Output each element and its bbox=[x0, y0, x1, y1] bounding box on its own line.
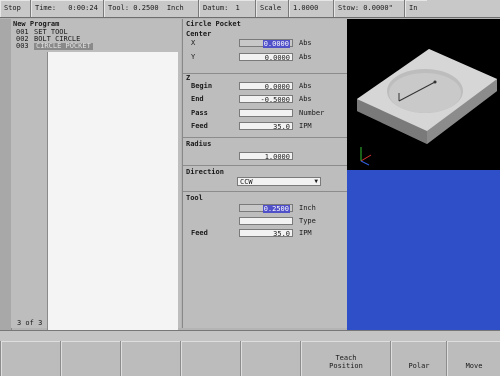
program-list-area[interactable] bbox=[47, 52, 178, 331]
program-title: New Program bbox=[13, 20, 60, 28]
softkey-4[interactable] bbox=[180, 341, 241, 376]
tool-label: Tool bbox=[186, 194, 203, 202]
chevron-down-icon: ▼ bbox=[314, 178, 318, 185]
radius-label: Radius bbox=[186, 140, 212, 148]
inch-indicator: In bbox=[405, 0, 427, 17]
tool-dia-value: 0.2500 bbox=[262, 205, 290, 213]
tool-readout: Tool: 0.2500 Inch bbox=[104, 0, 199, 17]
direction-select[interactable]: CCW ▼ bbox=[237, 177, 321, 186]
softkey-3[interactable] bbox=[120, 341, 181, 376]
time-readout: Time: 0:00:24 bbox=[31, 0, 104, 17]
z-begin-unit: Abs bbox=[299, 82, 312, 90]
z-section: Z Begin 0.0000 Abs End -0.5000 Abs Pass … bbox=[183, 74, 347, 138]
z-begin-field[interactable]: 0.0000 bbox=[239, 82, 293, 91]
program-row-selected[interactable]: 003 CIRCLE POCKET bbox=[14, 43, 178, 50]
tool-dia-unit: Inch bbox=[299, 204, 316, 212]
move-button[interactable]: Move bbox=[446, 341, 500, 376]
tool-type-field[interactable] bbox=[239, 217, 293, 225]
row-text: CIRCLE POCKET bbox=[34, 42, 93, 50]
z-feed-label: Feed bbox=[191, 122, 208, 130]
teach-position-button[interactable]: Teach Position bbox=[300, 341, 391, 376]
tool-feed-unit: IPM bbox=[299, 229, 312, 237]
softkey-1[interactable] bbox=[0, 341, 61, 376]
center-y-field[interactable]: 0.0000 bbox=[239, 53, 293, 62]
center-y-label: Y bbox=[191, 53, 196, 61]
program-panel: New Program 001 SET TOOL 002 BOLT CIRCLE… bbox=[11, 19, 181, 331]
teach-line-2: Position bbox=[329, 362, 363, 370]
z-label: Z bbox=[186, 74, 191, 82]
tool-section: Tool 0.2500 Inch Type Feed 35.0 IPM bbox=[183, 192, 347, 242]
z-pass-label: Pass bbox=[191, 109, 208, 117]
z-pass-field[interactable] bbox=[239, 109, 293, 117]
circle-pocket-form: Circle Pocket Center X 0.0000 Abs Y 0.00… bbox=[182, 19, 347, 328]
program-count: 3 of 3 bbox=[17, 319, 43, 327]
part-preview-3d[interactable] bbox=[347, 19, 500, 170]
scale-label: Scale bbox=[256, 0, 289, 17]
tool-feed-field[interactable]: 35.0 bbox=[239, 229, 293, 238]
circle-pocket-part-render bbox=[357, 49, 497, 166]
stow-readout: Stow: 0.0000" bbox=[334, 0, 405, 17]
center-x-field[interactable]: 0.0000 bbox=[239, 39, 293, 48]
teach-line-1: Teach bbox=[335, 354, 357, 362]
stop-indicator[interactable]: Stop bbox=[0, 0, 31, 17]
tool-feed-label: Feed bbox=[191, 229, 208, 237]
tool-type-unit: Type bbox=[299, 217, 316, 225]
time-label: Time: bbox=[35, 4, 57, 12]
tool-dia-field[interactable]: 0.2500 bbox=[239, 204, 293, 213]
softkey-bar: Teach Position Polar Move bbox=[0, 330, 500, 376]
tool-value: 0.2500 bbox=[133, 4, 159, 12]
top-status-bar: Stop Time: 0:00:24 Tool: 0.2500 Inch Dat… bbox=[0, 0, 500, 18]
center-x-unit: Abs bbox=[299, 39, 312, 47]
z-feed-field[interactable]: 35.0 bbox=[239, 122, 293, 131]
radius-field[interactable]: 1.0000 bbox=[239, 152, 293, 161]
datum-readout: Datum: 1 bbox=[199, 0, 256, 17]
move-label: Move bbox=[465, 362, 483, 370]
blue-display-area bbox=[347, 170, 500, 330]
center-y-unit: Abs bbox=[299, 53, 312, 61]
teach-position-label: Teach Position bbox=[301, 354, 391, 370]
direction-section: Direction CCW ▼ bbox=[183, 166, 347, 192]
polar-label: Polar bbox=[408, 362, 430, 370]
z-end-field[interactable]: -0.5000 bbox=[239, 95, 293, 104]
stow-label: Stow: bbox=[338, 4, 360, 12]
softkey-5[interactable] bbox=[240, 341, 301, 376]
radius-section: Radius 1.0000 bbox=[183, 138, 347, 166]
form-title: Circle Pocket bbox=[186, 20, 241, 28]
z-begin-label: Begin bbox=[191, 82, 213, 90]
direction-value: CCW bbox=[240, 178, 253, 186]
center-x-value: 0.0000 bbox=[262, 40, 290, 48]
program-list: 001 SET TOOL 002 BOLT CIRCLE 003 CIRCLE … bbox=[14, 29, 178, 50]
z-end-unit: Abs bbox=[299, 95, 312, 103]
z-feed-unit: IPM bbox=[299, 122, 312, 130]
time-value: 0:00:24 bbox=[68, 4, 98, 12]
datum-value: 1 bbox=[235, 4, 240, 12]
scale-value: 1.0000 bbox=[289, 0, 334, 17]
z-end-label: End bbox=[191, 95, 204, 103]
tool-label: Tool: bbox=[108, 4, 130, 12]
polar-button[interactable]: Polar bbox=[390, 341, 447, 376]
z-pass-unit: Number bbox=[299, 109, 325, 117]
direction-label: Direction bbox=[186, 168, 224, 176]
row-number: 003 bbox=[16, 42, 29, 50]
tool-unit: Inch bbox=[166, 4, 184, 12]
center-label: Center bbox=[186, 30, 212, 38]
center-section: Center X 0.0000 Abs Y 0.0000 Abs bbox=[183, 29, 347, 74]
datum-label: Datum: bbox=[203, 4, 229, 12]
center-x-label: X bbox=[191, 39, 196, 47]
softkey-2[interactable] bbox=[60, 341, 121, 376]
stow-value: 0.0000" bbox=[363, 4, 393, 12]
